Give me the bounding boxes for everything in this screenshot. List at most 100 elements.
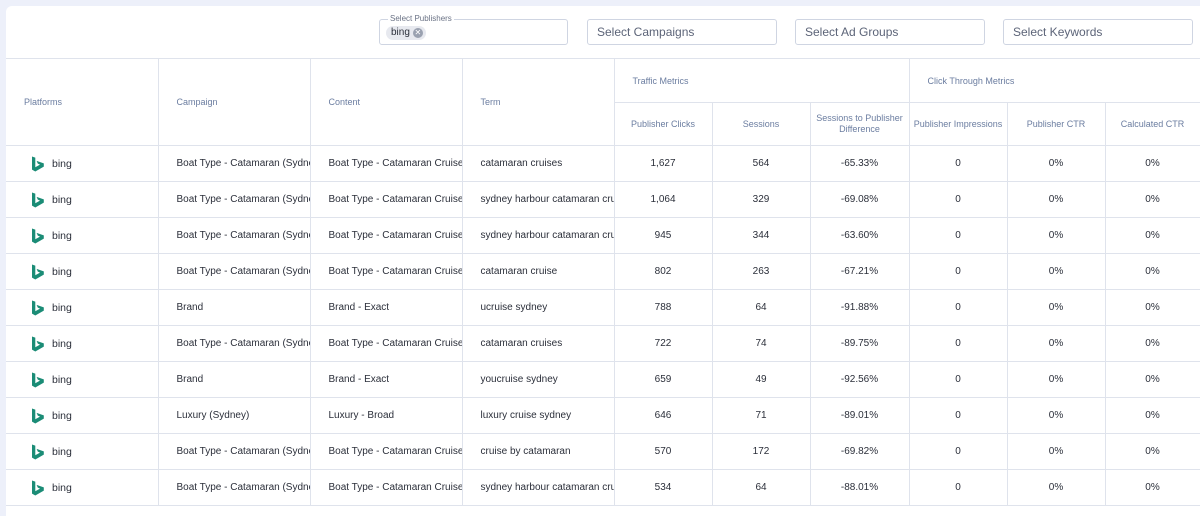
cell-content: Boat Type - Catamaran Cruises [309,253,463,290]
cell-calculated-ctr: 0% [1104,217,1200,254]
cell-campaign: Boat Type - Catamaran (Sydney) [157,181,311,218]
table-row: bing Boat Type - Catamaran (Sydney) Boat T… [6,145,1200,182]
platform-name: bing [52,265,72,278]
cell-campaign: Boat Type - Catamaran (Sydney) [157,217,311,254]
bing-logo-icon [32,264,44,279]
cell-publisher-clicks: 659 [613,361,713,398]
cell-content: Brand - Exact [309,361,463,398]
filter-bar: Select Publishers bing ✕ Select Campaign… [6,6,1200,59]
cell-publisher-ctr: 0% [1006,217,1106,254]
cell-platform: bing [6,181,159,218]
cell-publisher-impressions: 0 [908,181,1008,218]
cell-publisher-clicks: 722 [613,325,713,362]
cell-sessions: 329 [711,181,811,218]
cell-calculated-ctr: 0% [1104,289,1200,326]
header-calculated-ctr[interactable]: Calculated CTR [1104,102,1200,146]
cell-publisher-impressions: 0 [908,289,1008,326]
cell-campaign: Boat Type - Catamaran (Sydney) [157,145,311,182]
cell-publisher-impressions: 0 [908,469,1008,506]
cell-platform: bing [6,397,159,434]
keywords-select[interactable]: Select Keywords [1003,19,1193,45]
header-publisher-ctr[interactable]: Publisher CTR [1006,102,1106,146]
cell-content: Boat Type - Catamaran Cruises [309,433,463,470]
table-row: bing Boat Type - Catamaran (Sydney) Boat T… [6,217,1200,254]
publisher-chip-label: bing [391,27,410,38]
bing-logo-icon [32,372,44,387]
platform-name: bing [52,481,72,494]
publishers-label: Select Publishers [388,14,454,24]
cell-campaign: Luxury (Sydney) [157,397,311,434]
cell-sessions: 71 [711,397,811,434]
cell-sessions: 64 [711,289,811,326]
cell-sessions: 64 [711,469,811,506]
remove-chip-icon[interactable]: ✕ [412,28,423,38]
cell-publisher-clicks: 646 [613,397,713,434]
report-panel: Select Publishers bing ✕ Select Campaign… [6,6,1200,516]
table-row: bing Boat Type - Catamaran (Sydney) Boat T… [6,469,1200,506]
cell-sessions: 263 [711,253,811,290]
cell-content: Boat Type - Catamaran Cruises [309,145,463,182]
cell-content: Boat Type - Catamaran Cruises [309,469,463,506]
cell-calculated-ctr: 0% [1104,469,1200,506]
cell-publisher-clicks: 945 [613,217,713,254]
platform-name: bing [52,337,72,350]
cell-term: sydney harbour catamaran cruise [461,181,615,218]
table-row: bing Brand Brand - Exact ucruise sydney 788 6… [6,289,1200,326]
header-sessions[interactable]: Sessions [711,102,811,146]
cell-difference: -89.01% [809,397,910,434]
cell-publisher-ctr: 0% [1006,397,1106,434]
cell-calculated-ctr: 0% [1104,181,1200,218]
cell-platform: bing [6,469,159,506]
platform-name: bing [52,229,72,242]
cell-platform: bing [6,145,159,182]
cell-campaign: Boat Type - Catamaran (Sydney) [157,253,311,290]
cell-calculated-ctr: 0% [1104,433,1200,470]
table-row: bing Luxury (Sydney) Luxury - Broad luxury … [6,397,1200,434]
publishers-select[interactable]: Select Publishers bing ✕ [379,14,568,45]
cell-calculated-ctr: 0% [1104,397,1200,434]
cell-sessions: 172 [711,433,811,470]
cell-term: catamaran cruises [461,145,615,182]
cell-publisher-impressions: 0 [908,145,1008,182]
table-row: bing Boat Type - Catamaran (Sydney) Boat T… [6,325,1200,362]
cell-publisher-clicks: 1,064 [613,181,713,218]
cell-publisher-ctr: 0% [1006,469,1106,506]
ad-groups-select[interactable]: Select Ad Groups [795,19,985,45]
campaigns-select[interactable]: Select Campaigns [587,19,777,45]
cell-platform: bing [6,217,159,254]
cell-difference: -89.75% [809,325,910,362]
header-difference[interactable]: Sessions to Publisher Difference [809,102,910,146]
header-term[interactable]: Term [461,59,615,146]
header-publisher-clicks[interactable]: Publisher Clicks [614,102,713,146]
cell-publisher-ctr: 0% [1006,289,1106,326]
bing-logo-icon [32,156,44,171]
header-content[interactable]: Content [309,59,463,146]
cell-term: luxury cruise sydney [461,397,615,434]
metrics-table: Platforms Campaign Content Term Traffic … [6,59,1200,506]
platform-name: bing [52,157,72,170]
cell-publisher-ctr: 0% [1006,145,1106,182]
cell-publisher-impressions: 0 [908,253,1008,290]
cell-content: Luxury - Broad [309,397,463,434]
cell-publisher-clicks: 1,627 [613,145,713,182]
cell-difference: -88.01% [809,469,910,506]
table-row: bing Boat Type - Catamaran (Sydney) Boat T… [6,181,1200,218]
cell-campaign: Brand [157,289,311,326]
cell-publisher-clicks: 534 [613,469,713,506]
cell-platform: bing [6,433,159,470]
header-platforms[interactable]: Platforms [6,59,159,146]
cell-term: sydney harbour catamaran cruise [461,469,615,506]
cell-difference: -69.82% [809,433,910,470]
cell-term: catamaran cruise [461,253,615,290]
cell-campaign: Boat Type - Catamaran (Sydney) [157,469,311,506]
cell-difference: -91.88% [809,289,910,326]
cell-difference: -69.08% [809,181,910,218]
header-campaign[interactable]: Campaign [157,59,311,146]
cell-publisher-clicks: 788 [613,289,713,326]
header-publisher-impressions[interactable]: Publisher Impressions [908,102,1008,146]
cell-sessions: 49 [711,361,811,398]
cell-publisher-impressions: 0 [908,433,1008,470]
cell-calculated-ctr: 0% [1104,325,1200,362]
cell-sessions: 74 [711,325,811,362]
cell-publisher-ctr: 0% [1006,361,1106,398]
